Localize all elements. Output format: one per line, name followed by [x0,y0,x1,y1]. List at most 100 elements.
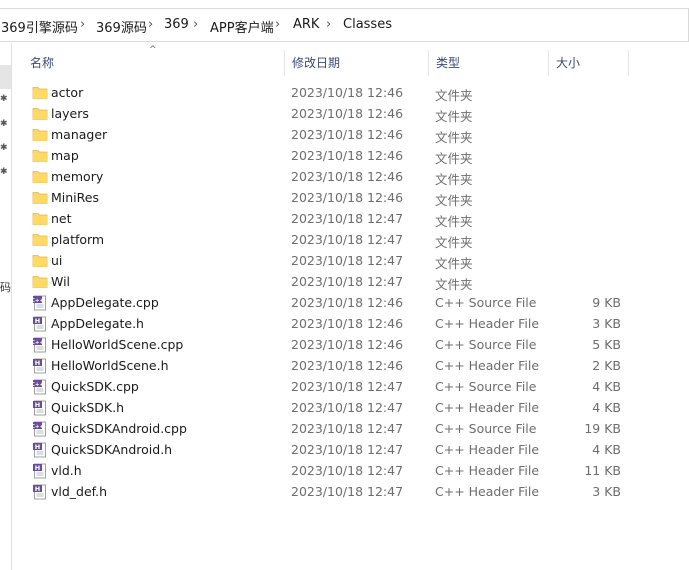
breadcrumb-item[interactable]: APP客户端 [210,17,274,36]
h-file-icon: H [32,442,48,458]
column-header-name[interactable]: 名称 [22,48,284,78]
file-date-modified: 2023/10/18 12:46 [291,85,404,100]
file-name: actor [51,85,84,100]
nav-selected-item[interactable] [0,65,11,89]
svg-text:C++: C++ [32,340,45,346]
file-name: manager [51,127,108,142]
file-name: HelloWorldScene.cpp [51,337,184,352]
breadcrumb-item[interactable]: 369 [164,17,189,32]
file-row[interactable]: Hvld.h 2023/10/18 12:47 C++ Header File 11 … [22,460,629,481]
file-name: QuickSDK.cpp [51,379,139,394]
folder-icon [32,274,48,289]
svg-text:H: H [35,401,40,409]
column-header-size[interactable]: 大小 [548,48,629,78]
breadcrumb-item[interactable]: 369源码 [96,17,147,36]
file-name: layers [51,106,89,121]
chevron-right-icon[interactable]: › [193,17,198,32]
file-row[interactable]: C++ QuickSDK.cpp 2023/10/18 12:47 C++ Sourc… [22,376,629,397]
file-row[interactable]: Hvld_def.h 2023/10/18 12:47 C++ Header Fil… [22,481,629,502]
chevron-right-icon[interactable]: › [80,17,85,32]
file-type: 文件夹 [435,214,473,229]
file-date-modified: 2023/10/18 12:47 [291,484,404,499]
file-date-modified: 2023/10/18 12:47 [291,400,404,415]
file-type: 文件夹 [435,277,473,292]
file-date-modified: 2023/10/18 12:46 [291,148,404,163]
file-row[interactable]: actor 2023/10/18 12:46 文件夹 [22,82,629,103]
file-name: QuickSDKAndroid.cpp [51,421,187,436]
file-name: AppDelegate.cpp [51,295,159,310]
file-row[interactable]: net 2023/10/18 12:47 文件夹 [22,208,629,229]
folder-icon [32,148,48,163]
file-name: AppDelegate.h [51,316,144,331]
file-size: 19 KB [584,421,621,436]
chevron-right-icon[interactable]: › [148,17,153,32]
breadcrumb-item[interactable]: 369引擎源码 [1,17,78,36]
file-row[interactable]: Wil 2023/10/18 12:47 文件夹 [22,271,629,292]
file-row[interactable]: memory 2023/10/18 12:46 文件夹 [22,166,629,187]
file-row[interactable]: MiniRes 2023/10/18 12:46 文件夹 [22,187,629,208]
file-name: map [51,148,79,163]
h-file-icon: H [32,484,48,500]
folder-icon [32,169,48,184]
file-type: 文件夹 [435,235,473,250]
cpp-file-icon: C++ [31,379,48,395]
file-date-modified: 2023/10/18 12:47 [291,253,404,268]
file-name: QuickSDKAndroid.h [51,442,173,457]
file-size: 4 KB [592,400,621,415]
file-name: ui [51,253,63,268]
folder-icon [32,127,48,142]
file-type: 文件夹 [435,88,473,103]
file-row[interactable]: layers 2023/10/18 12:46 文件夹 [22,103,629,124]
file-size: 5 KB [592,337,621,352]
file-row[interactable]: C++ QuickSDKAndroid.cpp 2023/10/18 12:47 C+… [22,418,629,439]
address-bar[interactable]: 369引擎源码 › 369源码 › 369 › APP客户端 › ARK › C… [0,8,689,42]
folder-icon [32,253,48,268]
file-date-modified: 2023/10/18 12:46 [291,295,404,310]
h-file-icon: H [32,316,48,332]
file-row[interactable]: H AppDelegate.h 2023/10/18 12:46 C++ Header… [22,313,629,334]
file-row[interactable]: H QuickSDKAndroid.h 2023/10/18 12:47 C++ He… [22,439,629,460]
file-date-modified: 2023/10/18 12:47 [291,442,404,457]
file-type: C++ Header File [435,484,540,499]
chevron-right-icon[interactable]: › [275,17,280,32]
svg-text:H: H [35,464,40,472]
pin-icon: ✱ [0,119,8,129]
file-size: 2 KB [592,358,621,373]
file-row[interactable]: ui 2023/10/18 12:47 文件夹 [22,250,629,271]
svg-text:H: H [35,443,40,451]
folder-icon [32,211,48,226]
navigation-pane[interactable]: ✱ ✱ ✱ ✱ 码 [0,43,12,570]
file-date-modified: 2023/10/18 12:47 [291,463,404,478]
folder-icon [32,85,48,100]
nav-item-label[interactable]: 码 [0,279,11,295]
file-row[interactable]: manager 2023/10/18 12:46 文件夹 [22,124,629,145]
breadcrumb-item[interactable]: ARK [293,17,319,32]
file-row[interactable]: H HelloWorldScene.h 2023/10/18 12:46 C++ He… [22,355,629,376]
file-type: C++ Source File [435,337,537,352]
file-name: memory [51,169,104,184]
file-name: platform [51,232,105,247]
column-header-bar: 名称 修改日期 类型 大小 [22,48,629,78]
file-row[interactable]: H QuickSDK.h 2023/10/18 12:47 C++ Header Fi… [22,397,629,418]
breadcrumb-item[interactable]: Classes [343,17,392,32]
column-header-type[interactable]: 类型 [428,48,548,78]
file-name: vld.h [51,463,82,478]
file-row[interactable]: C++ AppDelegate.cpp 2023/10/18 12:46 C++ So… [22,292,629,313]
cpp-file-icon: C++ [31,337,48,353]
file-type: C++ Header File [435,358,540,373]
file-row[interactable]: map 2023/10/18 12:46 文件夹 [22,145,629,166]
file-date-modified: 2023/10/18 12:47 [291,232,404,247]
file-row[interactable]: platform 2023/10/18 12:47 文件夹 [22,229,629,250]
file-date-modified: 2023/10/18 12:46 [291,127,404,142]
file-date-modified: 2023/10/18 12:47 [291,274,404,289]
chevron-right-icon[interactable]: › [326,17,331,32]
svg-text:H: H [35,485,40,493]
file-size: 9 KB [592,295,621,310]
file-type: C++ Source File [435,379,537,394]
file-row[interactable]: C++ HelloWorldScene.cpp 2023/10/18 12:46 C+… [22,334,629,355]
column-header-modified[interactable]: 修改日期 [284,48,428,78]
file-size: 4 KB [592,442,621,457]
cpp-file-icon: C++ [31,295,48,311]
column-divider[interactable] [628,50,629,76]
file-name: net [51,211,72,226]
